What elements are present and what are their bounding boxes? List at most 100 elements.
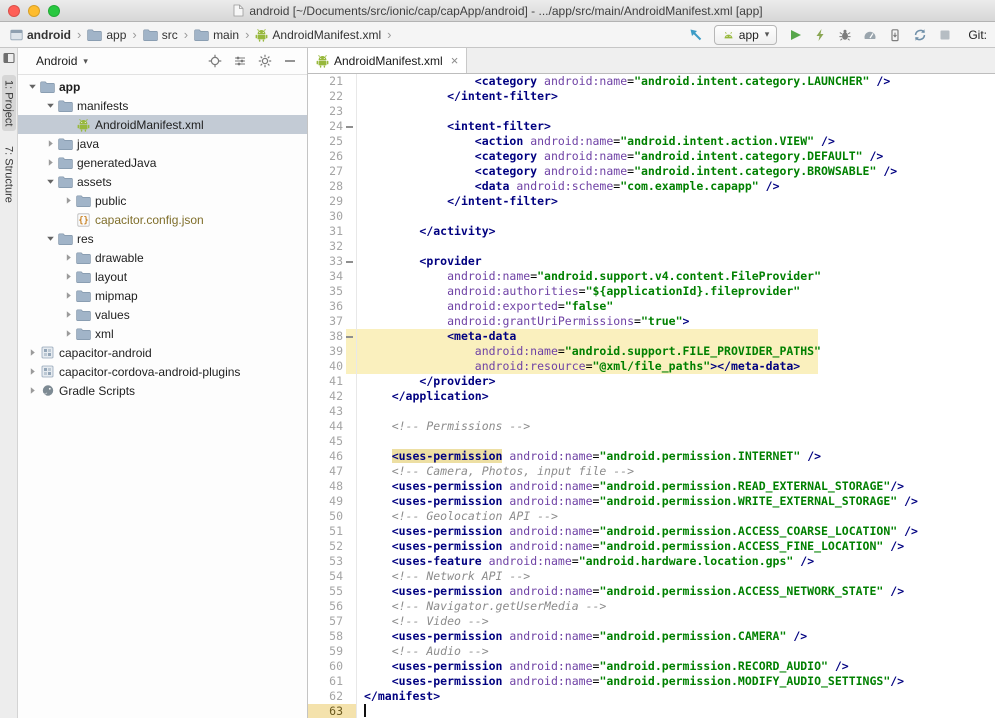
code-line-57[interactable]: 57 <!-- Video --> [308, 614, 995, 629]
tool-strip-button-1-project[interactable]: 1: Project [2, 75, 16, 131]
code-line-text[interactable]: </intent-filter> [356, 89, 558, 104]
tree-item-public[interactable]: public [18, 191, 307, 210]
run-config-select[interactable]: app ▾ [714, 25, 778, 45]
code-line-text[interactable] [356, 239, 364, 254]
code-line-text[interactable]: <uses-permission android:name="android.p… [356, 584, 904, 599]
code-line-41[interactable]: 41 </provider> [308, 374, 995, 389]
code-line-58[interactable]: 58 <uses-permission android:name="androi… [308, 629, 995, 644]
breadcrumb-item-android[interactable]: android [8, 27, 73, 43]
chevron-right-icon[interactable] [62, 329, 75, 338]
breadcrumb-item-main[interactable]: main [192, 27, 241, 43]
stop-icon[interactable] [936, 26, 953, 43]
chevron-down-icon[interactable] [44, 177, 57, 186]
line-number-41[interactable]: 41 [308, 374, 356, 389]
code-line-23[interactable]: 23 [308, 104, 995, 119]
line-number-36[interactable]: 36 [308, 299, 356, 314]
tree-item-mipmap[interactable]: mipmap [18, 286, 307, 305]
zoom-window-button[interactable] [48, 5, 60, 17]
tree-item-gradle-scripts[interactable]: Gradle Scripts [18, 381, 307, 400]
tree-item-generatedjava[interactable]: generatedJava [18, 153, 307, 172]
line-number-52[interactable]: 52 [308, 539, 356, 554]
line-number-40[interactable]: 40 [308, 359, 356, 374]
line-number-39[interactable]: 39 [308, 344, 356, 359]
code-line-55[interactable]: 55 <uses-permission android:name="androi… [308, 584, 995, 599]
tree-item-capacitor-config-json[interactable]: {}capacitor.config.json [18, 210, 307, 229]
line-number-25[interactable]: 25 [308, 134, 356, 149]
tree-item-capacitor-android[interactable]: capacitor-android [18, 343, 307, 362]
code-line-61[interactable]: 61 <uses-permission android:name="androi… [308, 674, 995, 689]
line-number-51[interactable]: 51 [308, 524, 356, 539]
code-line-48[interactable]: 48 <uses-permission android:name="androi… [308, 479, 995, 494]
code-line-text[interactable] [356, 404, 364, 419]
line-number-21[interactable]: 21 [308, 74, 356, 89]
settings-icon[interactable] [257, 54, 272, 69]
fold-marker-icon[interactable] [346, 261, 353, 263]
attach-debugger-icon[interactable] [886, 26, 903, 43]
run-icon[interactable] [786, 26, 803, 43]
code-line-40[interactable]: 40 android:resource="@xml/file_paths"></… [308, 359, 995, 374]
git-label[interactable]: Git: [968, 28, 987, 42]
chevron-right-icon[interactable] [62, 272, 75, 281]
code-line-62[interactable]: 62</manifest> [308, 689, 995, 704]
sync-project-icon[interactable] [911, 26, 928, 43]
line-number-27[interactable]: 27 [308, 164, 356, 179]
tree-item-app[interactable]: app [18, 77, 307, 96]
navigate-back-icon[interactable] [688, 26, 705, 43]
code-line-63[interactable]: 63 [308, 704, 995, 718]
code-line-text[interactable]: </manifest> [356, 689, 440, 704]
code-line-53[interactable]: 53 <uses-feature android:name="android.h… [308, 554, 995, 569]
code-line-43[interactable]: 43 [308, 404, 995, 419]
code-line-49[interactable]: 49 <uses-permission android:name="androi… [308, 494, 995, 509]
code-line-51[interactable]: 51 <uses-permission android:name="androi… [308, 524, 995, 539]
code-line-52[interactable]: 52 <uses-permission android:name="androi… [308, 539, 995, 554]
code-line-text[interactable]: </application> [356, 389, 489, 404]
line-number-47[interactable]: 47 [308, 464, 356, 479]
chevron-right-icon[interactable] [62, 291, 75, 300]
code-line-27[interactable]: 27 <category android:name="android.inten… [308, 164, 995, 179]
chevron-right-icon[interactable] [44, 158, 57, 167]
code-line-38[interactable]: 38 <meta-data [308, 329, 995, 344]
code-line-text[interactable]: android:resource="@xml/file_paths"></met… [356, 359, 800, 374]
line-number-31[interactable]: 31 [308, 224, 356, 239]
code-line-text[interactable]: android:grantUriPermissions="true"> [356, 314, 689, 329]
code-line-text[interactable]: <category android:name="android.intent.c… [356, 149, 883, 164]
close-tab-icon[interactable]: × [451, 54, 459, 67]
code-line-text[interactable]: <!-- Geolocation API --> [356, 509, 558, 524]
code-line-text[interactable]: <data android:scheme="com.example.capapp… [356, 179, 780, 194]
line-number-58[interactable]: 58 [308, 629, 356, 644]
code-line-text[interactable]: <uses-permission android:name="android.p… [356, 449, 821, 464]
code-line-34[interactable]: 34 android:name="android.support.v4.cont… [308, 269, 995, 284]
line-number-54[interactable]: 54 [308, 569, 356, 584]
line-number-29[interactable]: 29 [308, 194, 356, 209]
code-line-32[interactable]: 32 [308, 239, 995, 254]
chevron-down-icon[interactable] [44, 101, 57, 110]
code-line-30[interactable]: 30 [308, 209, 995, 224]
code-line-text[interactable] [356, 704, 366, 718]
view-options-icon[interactable] [232, 54, 247, 69]
breadcrumb-item-src[interactable]: src [141, 27, 180, 43]
breadcrumb-item-app[interactable]: app [85, 27, 128, 43]
tree-item-drawable[interactable]: drawable [18, 248, 307, 267]
code-editor[interactable]: 21 <category android:name="android.inten… [308, 74, 995, 718]
code-line-text[interactable]: android:name="android.support.v4.content… [356, 269, 821, 284]
line-number-26[interactable]: 26 [308, 149, 356, 164]
code-line-31[interactable]: 31 </activity> [308, 224, 995, 239]
line-number-62[interactable]: 62 [308, 689, 356, 704]
tree-item-values[interactable]: values [18, 305, 307, 324]
code-line-59[interactable]: 59 <!-- Audio --> [308, 644, 995, 659]
code-line-text[interactable]: android:authorities="${applicationId}.fi… [356, 284, 800, 299]
chevron-right-icon[interactable] [26, 348, 39, 357]
toolwindow-icon[interactable] [2, 51, 16, 65]
code-line-33[interactable]: 33 <provider [308, 254, 995, 269]
code-line-text[interactable]: <intent-filter> [356, 119, 551, 134]
code-line-50[interactable]: 50 <!-- Geolocation API --> [308, 509, 995, 524]
code-line-36[interactable]: 36 android:exported="false" [308, 299, 995, 314]
code-line-text[interactable]: <action android:name="android.intent.act… [356, 134, 835, 149]
line-number-59[interactable]: 59 [308, 644, 356, 659]
code-line-60[interactable]: 60 <uses-permission android:name="androi… [308, 659, 995, 674]
code-line-text[interactable] [356, 104, 364, 119]
code-line-29[interactable]: 29 </intent-filter> [308, 194, 995, 209]
line-number-43[interactable]: 43 [308, 404, 356, 419]
code-line-text[interactable]: <!-- Audio --> [356, 644, 489, 659]
line-number-24[interactable]: 24 [308, 119, 356, 134]
